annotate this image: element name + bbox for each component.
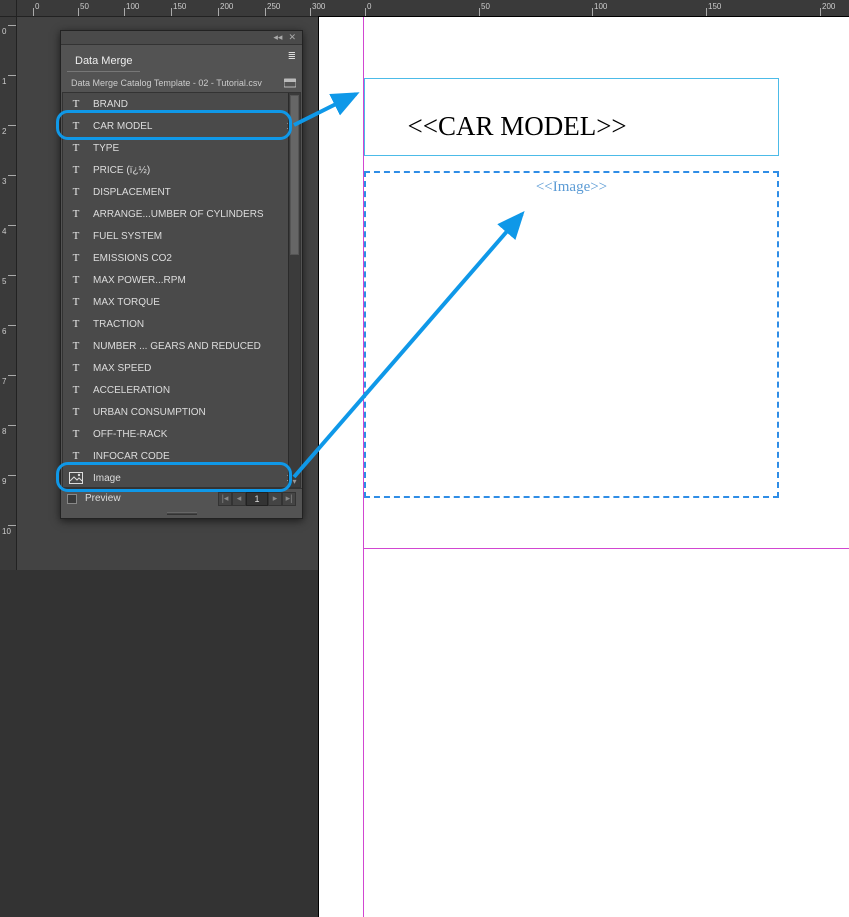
text-field-icon: T <box>69 141 83 155</box>
data-source-icon <box>284 78 296 88</box>
field-item[interactable]: T MAX SPEED <box>63 357 300 379</box>
prev-page-button[interactable]: ◂ <box>232 492 246 506</box>
field-name: OFF-THE-RACK <box>93 429 167 440</box>
field-item[interactable]: T MAX POWER...RPM <box>63 269 300 291</box>
field-item[interactable]: T TRACTION <box>63 313 300 335</box>
preview-checkbox[interactable] <box>67 494 77 504</box>
text-field-icon: T <box>69 97 83 111</box>
pager: |◂ ◂ 1 ▸ ▸| <box>218 492 296 506</box>
field-item[interactable]: T URBAN CONSUMPTION <box>63 401 300 423</box>
text-field-icon: T <box>69 251 83 265</box>
text-field-icon: T <box>69 273 83 287</box>
field-name: URBAN CONSUMPTION <box>93 407 206 418</box>
field-name: FUEL SYSTEM <box>93 231 162 242</box>
text-field-icon: T <box>69 449 83 463</box>
field-item[interactable]: T EMISSIONS CO2 <box>63 247 300 269</box>
field-list: TBRANDTCAR MODEL1TTYPETPRICE (ï¿½)TDISPL… <box>62 92 301 488</box>
field-name: MAX SPEED <box>93 363 151 374</box>
field-name: EMISSIONS CO2 <box>93 253 172 264</box>
text-field-icon: T <box>69 383 83 397</box>
field-name: TYPE <box>93 143 119 154</box>
margin-guide-horizontal <box>363 548 849 549</box>
text-field-icon: T <box>69 295 83 309</box>
text-frame-placeholder: <<CAR MODEL>> <box>408 111 627 141</box>
panel-header[interactable]: ◂◂ ✕ <box>61 31 302 45</box>
image-field-icon <box>69 471 83 485</box>
panel-footer: Preview |◂ ◂ 1 ▸ ▸| <box>61 488 302 508</box>
data-source-row[interactable]: Data Merge Catalog Template - 02 - Tutor… <box>61 72 302 92</box>
field-name: MAX TORQUE <box>93 297 160 308</box>
last-page-button[interactable]: ▸| <box>282 492 296 506</box>
text-field-icon: T <box>69 119 83 133</box>
tab-data-merge[interactable]: Data Merge <box>67 51 140 72</box>
panel-tabs: Data Merge ≣ <box>61 45 302 72</box>
image-frame[interactable]: <<Image>> <box>364 171 779 498</box>
text-field-icon: T <box>69 427 83 441</box>
field-name: CAR MODEL <box>93 121 152 132</box>
preview-label: Preview <box>85 493 121 504</box>
text-field-icon: T <box>69 405 83 419</box>
text-field-icon: T <box>69 185 83 199</box>
ruler-horizontal: 050100150200250300050100150200 <box>17 0 849 17</box>
scroll-down-icon[interactable]: ▾ <box>289 475 300 487</box>
field-name: DISPLACEMENT <box>93 187 171 198</box>
field-item[interactable]: T NUMBER ... GEARS AND REDUCED <box>63 335 300 357</box>
text-field-icon: T <box>69 163 83 177</box>
scrollbar-thumb[interactable] <box>290 95 299 255</box>
text-field-icon: T <box>69 361 83 375</box>
panel-resize-grip[interactable] <box>61 508 302 518</box>
field-item[interactable]: Image1 <box>63 467 300 488</box>
field-name: Image <box>93 473 121 484</box>
scrollbar[interactable]: ▾ <box>288 93 300 487</box>
data-merge-panel: ◂◂ ✕ Data Merge ≣ Data Merge Catalog Tem… <box>60 30 303 519</box>
text-field-icon: T <box>69 317 83 331</box>
text-frame-car-model[interactable]: <<CAR MODEL>> <box>364 78 779 156</box>
field-item[interactable]: T DISPLACEMENT <box>63 181 300 203</box>
panel-menu-icon[interactable]: ≣ <box>288 51 296 72</box>
ruler-corner <box>0 0 17 17</box>
field-item[interactable]: T OFF-THE-RACK <box>63 423 300 445</box>
text-field-icon: T <box>69 207 83 221</box>
next-page-button[interactable]: ▸ <box>268 492 282 506</box>
field-name: ARRANGE...UMBER OF CYLINDERS <box>93 209 264 220</box>
field-item[interactable]: T INFOCAR CODE <box>63 445 300 467</box>
field-name: MAX POWER...RPM <box>93 275 186 286</box>
field-name: INFOCAR CODE <box>93 451 170 462</box>
tab-label: Data Merge <box>75 55 132 67</box>
data-source-label: Data Merge Catalog Template - 02 - Tutor… <box>71 78 278 88</box>
field-item[interactable]: T PRICE (ï¿½) <box>63 159 300 181</box>
field-item[interactable]: T TYPE <box>63 137 300 159</box>
field-item[interactable]: T ACCELERATION <box>63 379 300 401</box>
field-item[interactable]: T BRAND <box>63 93 300 115</box>
first-page-button[interactable]: |◂ <box>218 492 232 506</box>
field-item[interactable]: T FUEL SYSTEM <box>63 225 300 247</box>
field-item[interactable]: TCAR MODEL1 <box>63 115 300 137</box>
field-item[interactable]: T ARRANGE...UMBER OF CYLINDERS <box>63 203 300 225</box>
field-name: PRICE (ï¿½) <box>93 165 150 176</box>
close-icon[interactable]: ✕ <box>288 32 296 43</box>
collapse-icon[interactable]: ◂◂ <box>273 32 282 43</box>
page-number[interactable]: 1 <box>246 492 268 506</box>
field-name: BRAND <box>93 99 128 110</box>
text-field-icon: T <box>69 339 83 353</box>
field-name: NUMBER ... GEARS AND REDUCED <box>93 341 261 352</box>
text-field-icon: T <box>69 229 83 243</box>
field-name: ACCELERATION <box>93 385 170 396</box>
ruler-vertical: 01234567891011 <box>0 17 17 570</box>
field-name: TRACTION <box>93 319 144 330</box>
image-frame-placeholder: <<Image>> <box>366 179 777 196</box>
document-page[interactable]: <<CAR MODEL>> <<Image>> <box>319 17 849 917</box>
field-item[interactable]: T MAX TORQUE <box>63 291 300 313</box>
